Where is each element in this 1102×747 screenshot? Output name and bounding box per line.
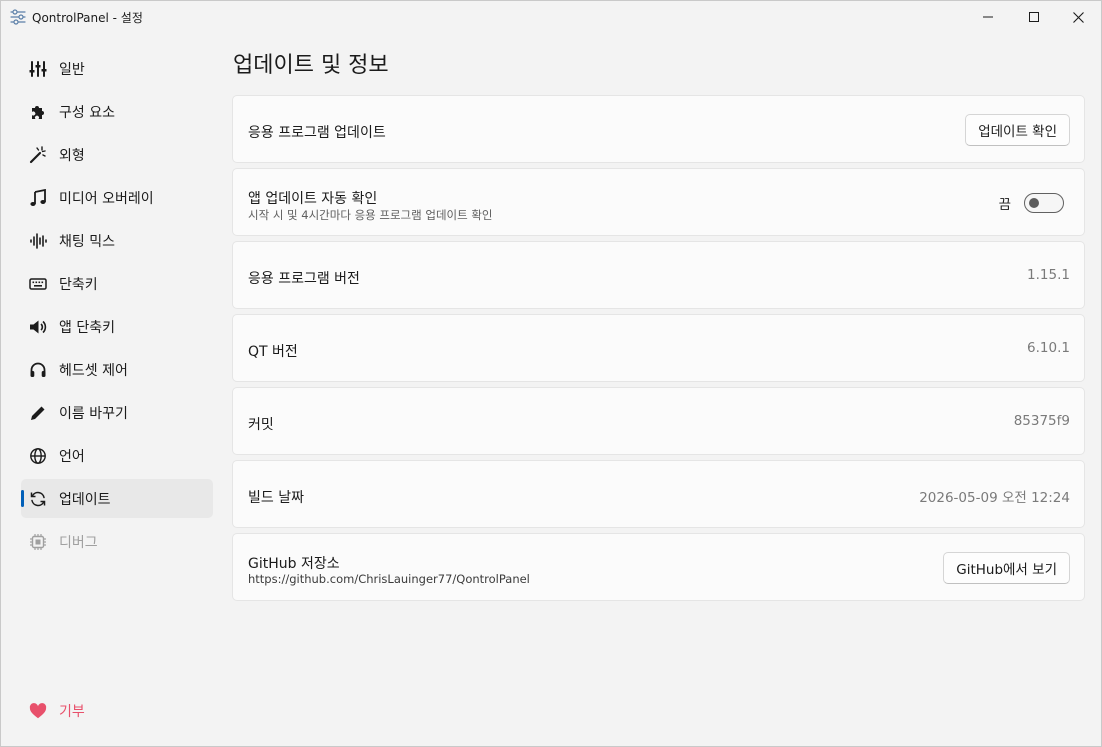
auto-check-toggle-group: 끔: [999, 193, 1064, 213]
sidebar-item-appearance[interactable]: 외형: [21, 135, 213, 174]
qt-version-label: QT 버전: [248, 344, 298, 360]
sidebar-item-label: 단축키: [59, 276, 98, 293]
auto-check-label: 앱 업데이트 자동 확인: [248, 191, 378, 207]
sliders-icon: [29, 60, 47, 78]
heart-icon: [29, 702, 47, 720]
auto-check-card: 앱 업데이트 자동 확인 시작 시 및 4시간마다 응용 프로그램 업데이트 확…: [232, 168, 1085, 236]
app-version-card: 응용 프로그램 버전 1.15.1: [232, 241, 1085, 309]
github-url: https://github.com/ChrisLauinger77/Qontr…: [248, 572, 530, 586]
close-button[interactable]: [1055, 1, 1101, 33]
commit-card: 커밋 85375f9: [232, 387, 1085, 455]
sidebar-item-label: 채팅 믹스: [59, 233, 115, 250]
sidebar-item-donate[interactable]: 기부: [21, 691, 213, 730]
check-update-button[interactable]: 업데이트 확인: [965, 114, 1070, 146]
sidebar-item-label: 디버그: [59, 534, 98, 551]
sidebar: 일반 구성 요소 외형 미디어 오버레이 채팅 믹스 단축키 앱 단축키 헤드셋…: [1, 41, 225, 746]
github-card: GitHub 저장소 https://github.com/ChrisLauin…: [232, 533, 1085, 601]
window-title: QontrolPanel - 설정: [32, 11, 143, 25]
commit-value: 85375f9: [1013, 413, 1070, 429]
sidebar-item-components[interactable]: 구성 요소: [21, 92, 213, 131]
speaker-icon: [29, 318, 47, 336]
toggle-state-label: 끔: [998, 197, 1011, 213]
github-label: GitHub 저장소: [248, 556, 340, 572]
sidebar-item-label: 구성 요소: [59, 104, 115, 121]
maximize-icon: [1029, 12, 1039, 22]
page-title: 업데이트 및 정보: [233, 53, 389, 78]
sidebar-item-general[interactable]: 일반: [21, 49, 213, 88]
app-sliders-icon: [10, 9, 26, 25]
sidebar-item-update[interactable]: 업데이트: [21, 479, 213, 518]
app-update-card: 응용 프로그램 업데이트 업데이트 확인: [232, 95, 1085, 163]
qt-version-value: 6.10.1: [1027, 340, 1070, 356]
sidebar-item-label: 이름 바꾸기: [59, 405, 128, 422]
view-on-github-button[interactable]: GitHub에서 보기: [943, 552, 1070, 584]
commit-label: 커밋: [248, 417, 274, 433]
app-update-label: 응용 프로그램 업데이트: [248, 125, 386, 141]
sidebar-item-headset-control[interactable]: 헤드셋 제어: [21, 350, 213, 389]
auto-check-description: 시작 시 및 4시간마다 응용 프로그램 업데이트 확인: [248, 208, 493, 222]
sidebar-item-app-shortcuts[interactable]: 앱 단축키: [21, 307, 213, 346]
app-version-label: 응용 프로그램 버전: [248, 271, 360, 287]
sidebar-item-shortcuts[interactable]: 단축키: [21, 264, 213, 303]
sidebar-item-label: 헤드셋 제어: [59, 362, 128, 379]
waveform-icon: [29, 232, 47, 250]
donate-label: 기부: [59, 703, 85, 720]
music-note-icon: [29, 188, 47, 207]
app-version-value: 1.15.1: [1027, 267, 1070, 283]
refresh-icon: [29, 490, 47, 508]
puzzle-icon: [29, 103, 47, 121]
build-date-label: 빌드 날짜: [248, 490, 304, 506]
qt-version-card: QT 버전 6.10.1: [232, 314, 1085, 382]
sidebar-item-label: 앱 단축키: [59, 319, 115, 336]
toggle-knob: [1029, 198, 1039, 208]
sidebar-item-label: 외형: [59, 147, 85, 164]
magic-wand-icon: [29, 145, 47, 164]
close-icon: [1072, 11, 1084, 23]
sidebar-item-chat-mix[interactable]: 채팅 믹스: [21, 221, 213, 260]
globe-icon: [29, 447, 47, 465]
auto-check-toggle[interactable]: [1024, 193, 1064, 213]
chip-icon: [29, 533, 47, 551]
keyboard-icon: [29, 275, 47, 293]
minimize-icon: [983, 16, 993, 18]
sidebar-item-debug: 디버그: [21, 522, 213, 561]
sidebar-item-label: 일반: [59, 61, 85, 78]
sidebar-item-label: 언어: [59, 448, 85, 465]
sidebar-item-label: 업데이트: [59, 491, 111, 508]
settings-window: QontrolPanel - 설정 일반 구성 요소 외형 미디어 오버레이 채…: [0, 0, 1102, 747]
headset-icon: [29, 361, 47, 379]
sidebar-item-media-overlay[interactable]: 미디어 오버레이: [21, 178, 213, 217]
minimize-button[interactable]: [965, 1, 1011, 33]
title-bar: QontrolPanel - 설정: [1, 1, 1101, 33]
sidebar-item-label: 미디어 오버레이: [59, 190, 154, 207]
build-date-value: 2026-05-09 오전 12:24: [919, 490, 1070, 506]
maximize-button[interactable]: [1011, 1, 1057, 33]
sidebar-item-rename[interactable]: 이름 바꾸기: [21, 393, 213, 432]
pencil-icon: [29, 404, 47, 422]
build-date-card: 빌드 날짜 2026-05-09 오전 12:24: [232, 460, 1085, 528]
sidebar-item-language[interactable]: 언어: [21, 436, 213, 475]
